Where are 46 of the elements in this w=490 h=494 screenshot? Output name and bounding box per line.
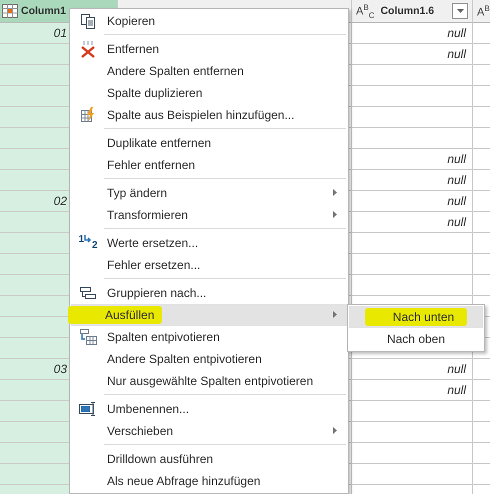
text-type-icon: A$^{B}$	[477, 4, 490, 18]
column-header[interactable]: A$^{B}$	[473, 0, 490, 23]
menu-label: Gruppieren nach...	[106, 286, 208, 300]
column-title: Column1	[21, 5, 66, 17]
menu-label: Als neue Abfrage hinzufügen	[106, 474, 262, 488]
menu-label: Nach oben	[386, 332, 446, 346]
menu-item[interactable]: Nach unten	[349, 306, 483, 328]
menu-label: Nach unten	[364, 308, 468, 326]
menu-item[interactable]: Drilldown ausführen	[71, 448, 347, 470]
menu-item[interactable]: Spalte aus Beispielen hinzufügen...	[71, 104, 347, 126]
menu-label: Andere Spalten entfernen	[106, 64, 245, 78]
menu-item[interactable]: Ausfüllen	[71, 304, 347, 326]
menu-label: Ausfüllen	[68, 306, 162, 324]
menu-label: Duplikate entfernen	[106, 136, 212, 150]
menu-item[interactable]: Duplikate entfernen	[71, 132, 347, 154]
table-cell: null	[352, 44, 473, 65]
menu-label: Fehler entfernen	[106, 158, 196, 172]
menu-label: Spalte duplizieren	[106, 86, 204, 100]
menu-label: Fehler ersetzen...	[106, 258, 202, 272]
menu-label: Entfernen	[106, 42, 160, 56]
menu-item[interactable]: Fehler ersetzen...	[71, 254, 347, 276]
menu-item[interactable]: Gruppieren nach...	[71, 282, 347, 304]
table-cell: null	[352, 170, 473, 191]
menu-item[interactable]: Nach oben	[349, 328, 483, 350]
table-cell: null	[352, 359, 473, 380]
menu-label: Verschieben	[106, 424, 174, 438]
menu-item[interactable]: Spalte duplizieren	[71, 82, 347, 104]
menu-label: Umbenennen...	[106, 402, 190, 416]
table-cell: null	[352, 380, 473, 401]
menu-label: Spalten entpivotieren	[106, 330, 221, 344]
menu-item[interactable]: Spalten entpivotieren	[71, 326, 347, 348]
column-title: Column1.6	[380, 5, 434, 17]
menu-item[interactable]: Verschieben	[71, 420, 347, 442]
menu-item[interactable]: 1 2 Werte ersetzen...	[71, 232, 347, 254]
menu-label: Spalte aus Beispielen hinzufügen...	[106, 108, 296, 122]
menu-label: Drilldown ausführen	[106, 452, 214, 466]
table-cell: null	[352, 23, 473, 44]
menu-label: Werte ersetzen...	[106, 236, 200, 250]
column-header[interactable]: A$^{B}$$_{C}$ Column1.6	[352, 0, 473, 23]
menu-item[interactable]: Andere Spalten entfernen	[71, 60, 347, 82]
table-cell: null	[352, 191, 473, 212]
menu-item[interactable]: Umbenennen...	[71, 398, 347, 420]
table-cell: null	[352, 212, 473, 233]
table-cell: null	[352, 149, 473, 170]
menu-item[interactable]: Fehler entfernen	[71, 154, 347, 176]
menu-item[interactable]: Als neue Abfrage hinzufügen	[71, 470, 347, 492]
